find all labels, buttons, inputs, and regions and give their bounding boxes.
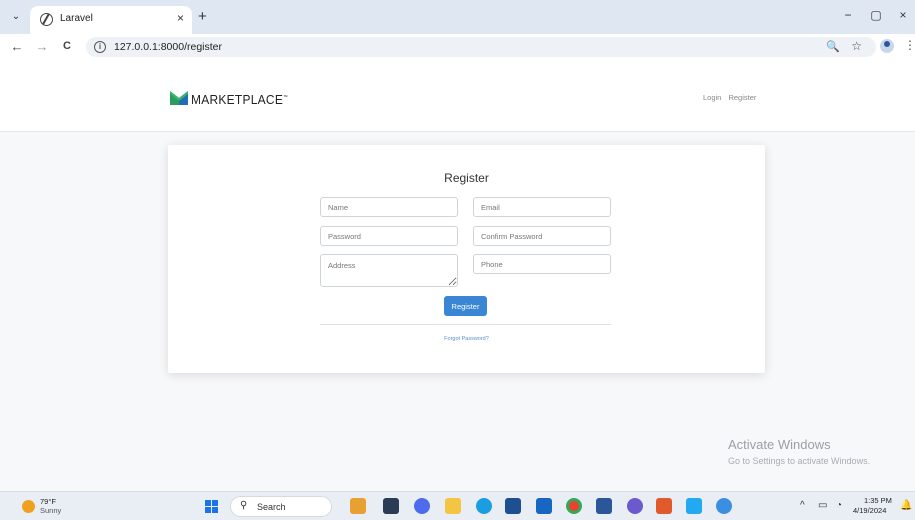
notification-bell-icon[interactable]: 🔔 bbox=[900, 500, 912, 511]
address-bar[interactable]: i 127.0.0.1:8000/register 🔍 ☆ bbox=[86, 37, 876, 57]
password-input[interactable] bbox=[320, 226, 458, 246]
forgot-password-link[interactable]: Forgot Password? bbox=[168, 336, 765, 342]
search-label: Search bbox=[257, 502, 286, 512]
reload-button[interactable]: C bbox=[60, 40, 74, 52]
file-explorer-icon[interactable] bbox=[445, 498, 461, 514]
tray-overflow-icon[interactable]: ^ bbox=[800, 500, 805, 511]
edge-browser-icon[interactable] bbox=[476, 498, 492, 514]
activation-watermark-title: Activate Windows bbox=[728, 437, 831, 452]
form-divider bbox=[320, 324, 611, 325]
bookmark-star-icon[interactable]: ☆ bbox=[851, 39, 862, 53]
forward-button[interactable]: → bbox=[35, 39, 49, 54]
windows-start-icon[interactable] bbox=[205, 500, 219, 514]
browser-toolbar: ← → C i 127.0.0.1:8000/register 🔍 ☆ bbox=[0, 34, 915, 60]
minimize-button[interactable]: − bbox=[840, 8, 856, 22]
sun-icon[interactable] bbox=[22, 500, 35, 513]
browser-tab-bar: ⌄ Laravel × + − ▢ × bbox=[0, 0, 915, 34]
name-input[interactable] bbox=[320, 197, 458, 217]
phone-input[interactable] bbox=[473, 254, 611, 274]
widgets-app-icon[interactable] bbox=[350, 498, 366, 514]
site-info-icon[interactable]: i bbox=[94, 41, 106, 53]
search-icon: ⚲ bbox=[240, 500, 248, 511]
taskbar-search[interactable]: ⚲ Search bbox=[230, 496, 332, 517]
tab-title: Laravel bbox=[60, 13, 93, 24]
browser-tab[interactable]: Laravel × bbox=[30, 6, 192, 34]
xampp-app-icon[interactable] bbox=[656, 498, 672, 514]
header-nav: Login Register bbox=[703, 93, 761, 102]
weather-condition[interactable]: Sunny bbox=[40, 506, 61, 515]
confirm-password-input[interactable] bbox=[473, 226, 611, 246]
tab-search-button[interactable]: ⌄ bbox=[8, 9, 24, 25]
window-close-button[interactable]: × bbox=[895, 8, 911, 22]
clock-date[interactable]: 4/19/2024 bbox=[853, 506, 886, 515]
volume-icon[interactable]: ◔ bbox=[836, 500, 842, 511]
browser-menu-icon[interactable]: ⋮ bbox=[904, 38, 915, 52]
tab-close-button[interactable]: × bbox=[177, 11, 184, 25]
marketplace-logo-icon[interactable] bbox=[170, 91, 188, 105]
word-app-icon[interactable] bbox=[596, 498, 612, 514]
form-title: Register bbox=[444, 171, 489, 185]
store-app-icon[interactable] bbox=[505, 498, 521, 514]
clock-time[interactable]: 1:35 PM bbox=[864, 496, 892, 505]
photos-app-icon[interactable] bbox=[627, 498, 643, 514]
mail-app-icon[interactable] bbox=[536, 498, 552, 514]
network-icon[interactable]: ▭ bbox=[818, 500, 827, 511]
site-header: MARKETPLACE™ Login Register bbox=[0, 60, 915, 132]
chat-app-icon[interactable] bbox=[414, 498, 430, 514]
url-text: 127.0.0.1:8000/register bbox=[114, 41, 222, 53]
back-button[interactable]: ← bbox=[10, 39, 24, 54]
task-view-icon[interactable] bbox=[383, 498, 399, 514]
logo-text[interactable]: MARKETPLACE™ bbox=[191, 92, 288, 107]
globe-icon bbox=[40, 13, 53, 26]
register-button[interactable]: Register bbox=[444, 296, 487, 316]
chrome-icon[interactable] bbox=[566, 498, 582, 514]
email-input[interactable] bbox=[473, 197, 611, 217]
login-link[interactable]: Login bbox=[703, 93, 721, 102]
copilot-app-icon[interactable] bbox=[716, 498, 732, 514]
new-tab-button[interactable]: + bbox=[198, 8, 207, 25]
register-card: Register Register Forgot Password? bbox=[168, 145, 765, 373]
address-textarea[interactable] bbox=[320, 254, 458, 287]
register-link[interactable]: Register bbox=[728, 93, 756, 102]
activation-watermark-subtitle: Go to Settings to activate Windows. bbox=[728, 456, 871, 466]
zoom-icon[interactable]: 🔍 bbox=[826, 40, 840, 53]
vscode-icon[interactable] bbox=[686, 498, 702, 514]
profile-icon[interactable] bbox=[880, 39, 894, 53]
weather-temperature[interactable]: 79°F bbox=[40, 497, 56, 506]
taskbar: 79°F Sunny ⚲ Search ^ ▭ ◔ 1:35 PM 4/19/2… bbox=[0, 491, 915, 520]
restore-button[interactable]: ▢ bbox=[868, 8, 884, 22]
